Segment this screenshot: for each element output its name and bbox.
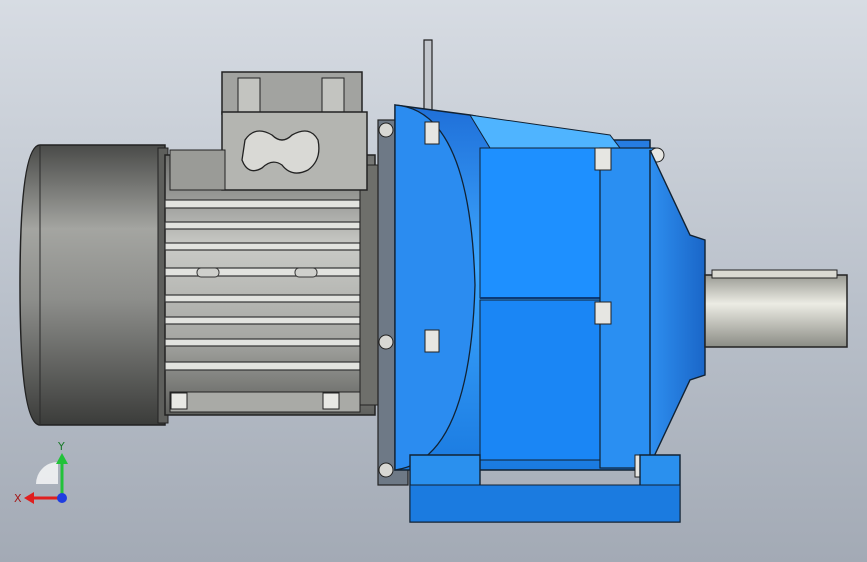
output-cone[interactable] [649,149,706,466]
axis-triad-icon: Y X [14,440,68,505]
cad-viewport[interactable]: Y X [0,0,867,562]
terminal-box[interactable] [169,71,368,191]
x-axis-label: X [14,492,22,505]
motor-end-cap[interactable] [19,144,169,426]
y-axis-label: Y [57,440,65,453]
gear-motor-model[interactable] [0,0,867,562]
coordinate-triad: Y X [12,440,76,506]
gearbox-housing[interactable] [394,104,665,478]
output-shaft[interactable] [704,269,848,348]
motor-body[interactable] [164,154,391,416]
